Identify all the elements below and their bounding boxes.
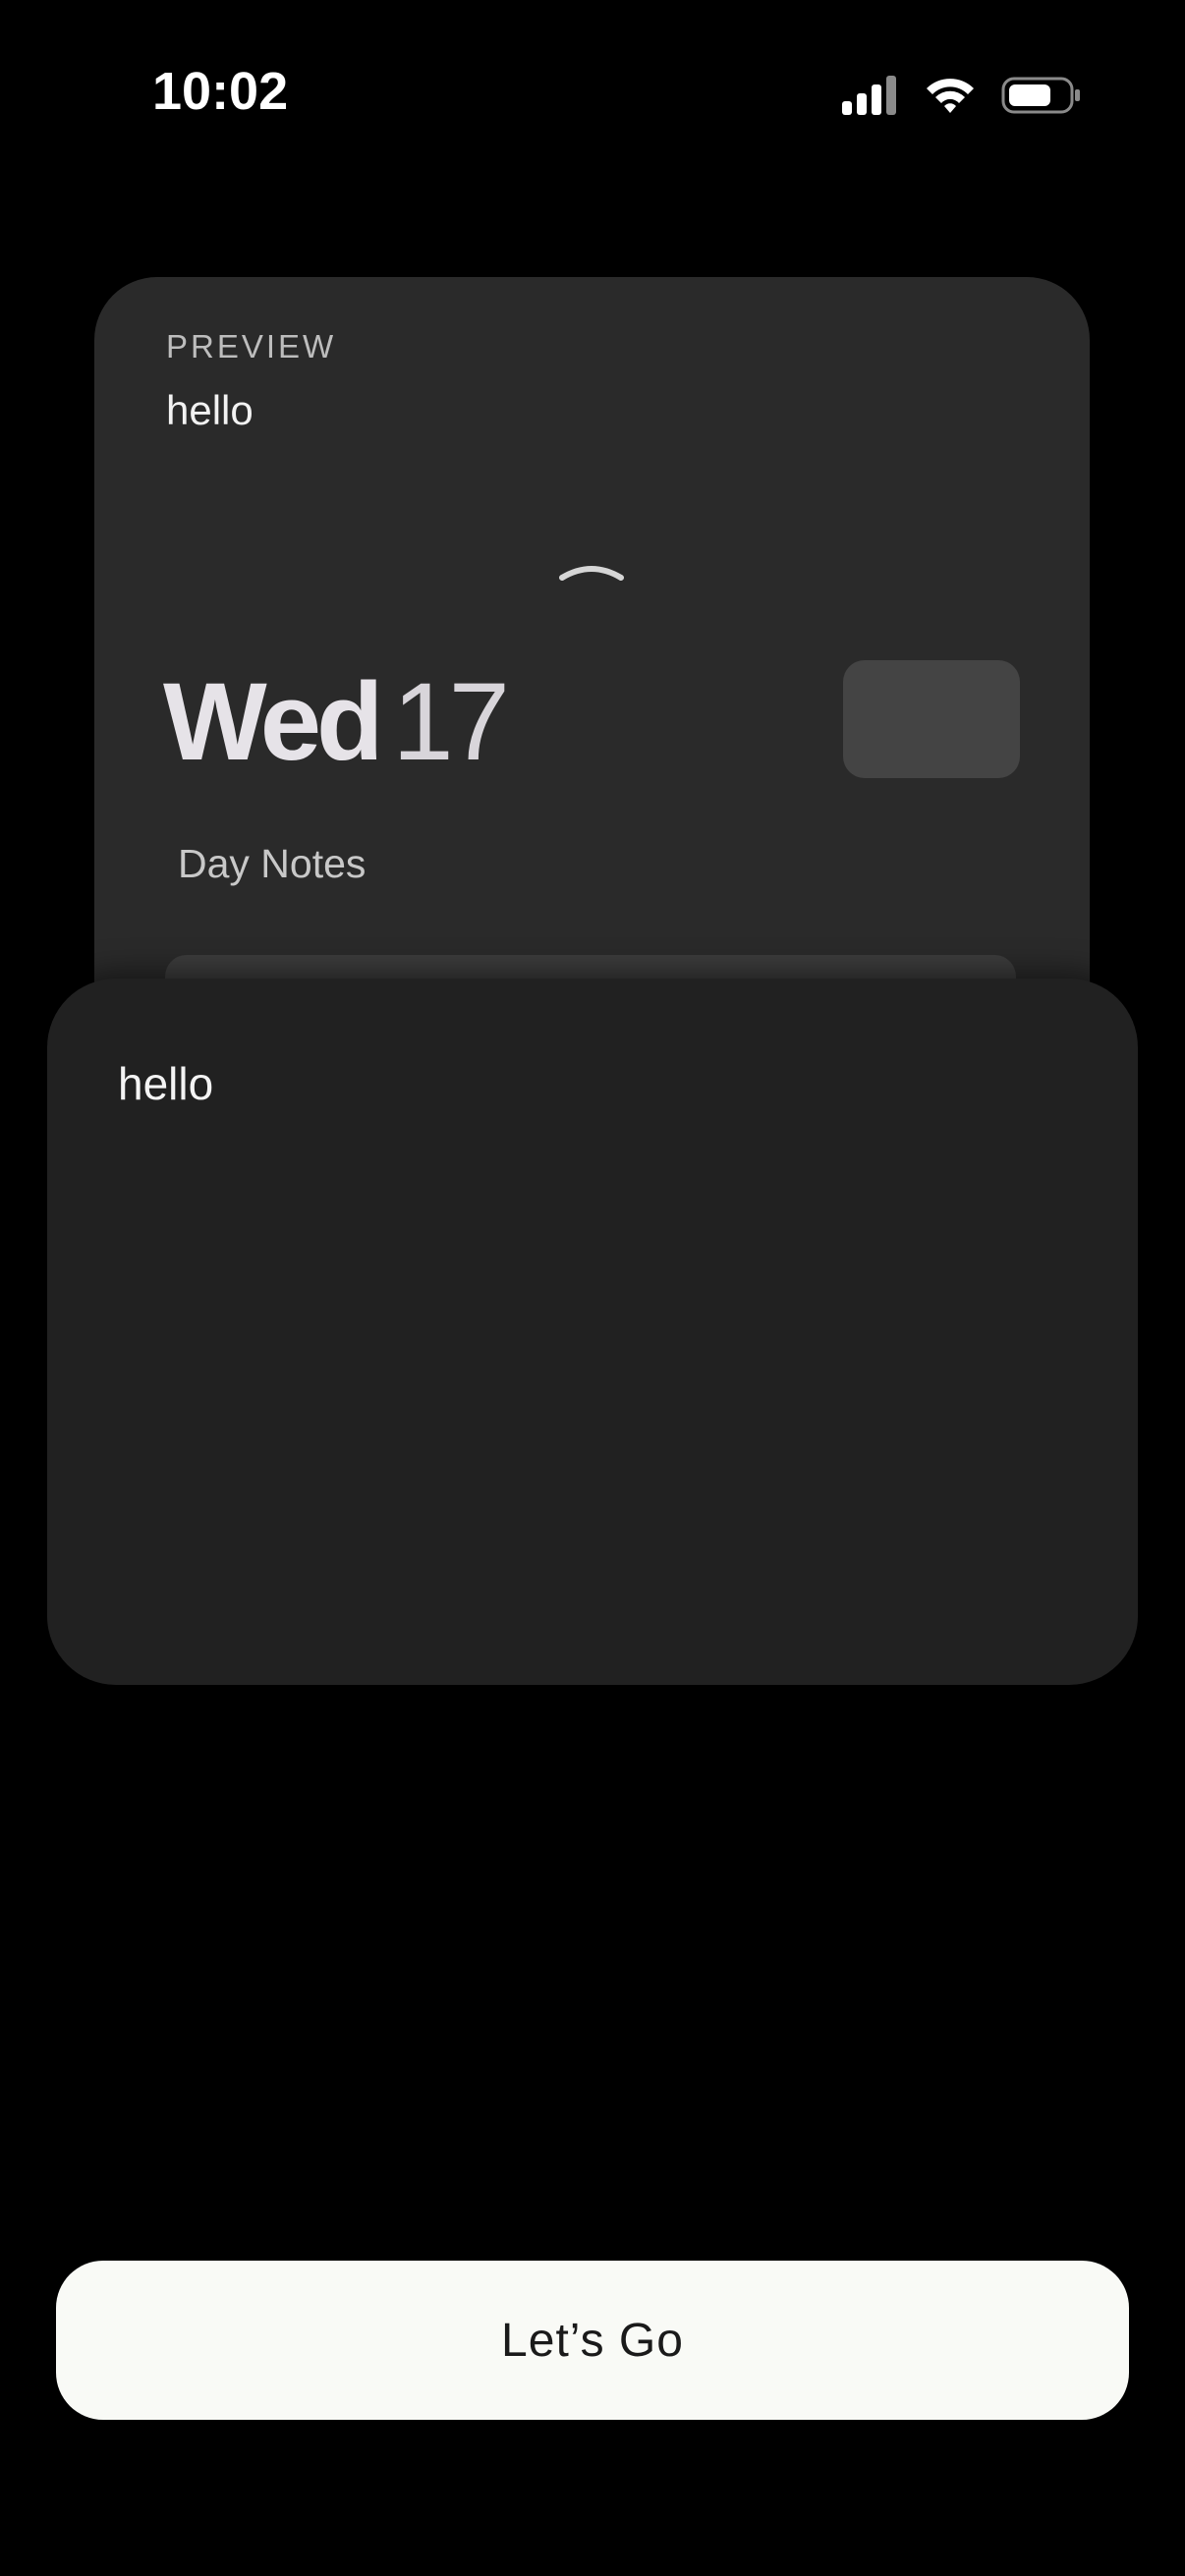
date-weekday: Wed [163, 660, 383, 783]
status-bar: 10:02 [0, 0, 1185, 187]
note-card[interactable]: hello [47, 979, 1138, 1685]
battery-icon [1001, 77, 1080, 114]
cellular-signal-icon [842, 76, 896, 115]
preview-label: PREVIEW [166, 328, 337, 364]
wifi-icon [927, 79, 974, 113]
lets-go-button[interactable]: Let’s Go [56, 2261, 1129, 2420]
status-time: 10:02 [152, 62, 289, 121]
preview-text: hello [166, 387, 254, 433]
date-heading: Wed 17 [163, 658, 510, 785]
date-day: 17 [392, 660, 510, 783]
status-icons [840, 71, 1082, 120]
chevron-up-icon[interactable] [558, 554, 625, 584]
day-action-button[interactable] [843, 660, 1020, 778]
day-notes-title: Day Notes [178, 841, 367, 886]
note-card-text: hello [118, 1058, 214, 1109]
